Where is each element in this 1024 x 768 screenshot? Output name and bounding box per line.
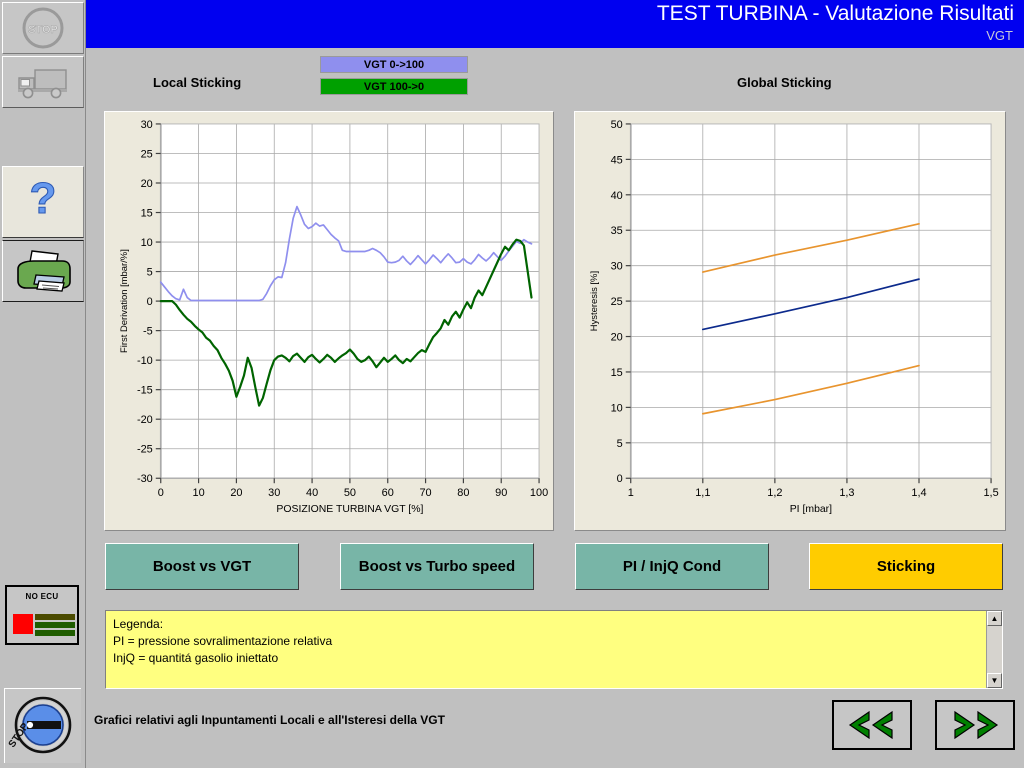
svg-text:1: 1 [628,487,634,499]
legenda-textbox[interactable]: Legenda: PI = pressione sovralimentazion… [105,610,1003,689]
double-chevron-right-icon [954,710,999,740]
scroll-up-icon[interactable]: ▲ [987,611,1002,626]
svg-text:POSIZIONE TURBINA VGT [%]: POSIZIONE TURBINA VGT [%] [276,504,423,515]
svg-text:-5: -5 [143,326,153,338]
svg-text:-30: -30 [137,473,153,485]
left-toolbar: STOP ? NO ECU STOP [0,0,86,768]
svg-text:20: 20 [230,487,242,499]
ecu-bar-3 [35,630,75,636]
svg-text:1,2: 1,2 [767,487,782,499]
local-sticking-chart: -30 -25 -20 -15 -10 -5 0 5 10 15 20 25 30 0 10 20 30 40 50… [104,111,554,531]
svg-text:Hysteresis [%]: Hysteresis [%] [589,271,600,331]
svg-text:5: 5 [147,267,153,279]
svg-text:15: 15 [611,367,623,379]
application-window: STOP ? NO ECU STOP TEST TURBINA - Valuta… [0,0,1024,768]
global-sticking-title: Global Sticking [737,75,832,90]
boost-vs-turbo-speed-button[interactable]: Boost vs Turbo speed [340,543,534,590]
svg-text:STOP: STOP [28,24,58,36]
global-sticking-plot: 0 5 10 15 20 25 30 35 40 45 50 1 1,1 1,2 1,3 1,4 1,5 PI [… [589,119,999,515]
ecu-red-indicator [13,614,33,634]
ecu-green-indicators [35,614,75,638]
ecu-status-panel: NO ECU [5,585,79,645]
legend-vgt-up: VGT 0->100 [320,56,468,73]
svg-text:0: 0 [617,473,623,485]
stop-sign-icon: STOP [22,7,64,49]
svg-text:25: 25 [611,296,623,308]
truck-icon [18,69,67,99]
svg-text:30: 30 [268,487,280,499]
svg-text:10: 10 [141,237,153,249]
ecu-bar-1 [35,614,75,620]
svg-text:1,1: 1,1 [695,487,710,499]
svg-text:1,4: 1,4 [911,487,926,499]
svg-text:5: 5 [617,438,623,450]
stop-knob-icon: STOP [7,696,72,754]
svg-text:0: 0 [158,487,164,499]
main-content: Local Sticking Global Sticking VGT 0->10… [86,48,1024,768]
legenda-text: Legenda: PI = pressione sovralimentazion… [113,617,333,665]
svg-text:90: 90 [495,487,507,499]
question-mark-icon: ? [29,175,57,224]
svg-text:20: 20 [611,332,623,344]
svg-text:100: 100 [530,487,548,499]
svg-text:15: 15 [141,208,153,220]
page-subtitle: VGT [986,28,1013,43]
page-title: TEST TURBINA - Valutazione Risultati [656,2,1014,25]
legenda-scrollbar[interactable]: ▲ ▼ [986,611,1002,688]
footer-description: Grafici relativi agli Inpuntamenti Local… [94,713,445,727]
local-sticking-plot: -30 -25 -20 -15 -10 -5 0 5 10 15 20 25 30 0 10 20 30 40 50… [119,119,548,515]
ecu-indicator-bars [13,614,75,638]
svg-text:50: 50 [611,119,623,131]
svg-text:PI [mbar]: PI [mbar] [790,504,832,515]
svg-text:35: 35 [611,225,623,237]
double-chevron-left-icon [848,710,893,740]
next-page-button[interactable] [935,700,1015,750]
pi-injq-cond-button[interactable]: PI / InjQ Cond [575,543,769,590]
printer-icon [17,250,71,292]
sticking-button[interactable]: Sticking [809,543,1003,590]
svg-text:30: 30 [141,119,153,131]
local-sticking-title: Local Sticking [153,75,242,90]
svg-text:-20: -20 [137,414,153,426]
legend-vgt-down: VGT 100->0 [320,78,468,95]
print-button[interactable] [2,240,84,302]
stop-sign-button[interactable]: STOP [2,2,84,54]
boost-vs-vgt-button[interactable]: Boost vs VGT [105,543,299,590]
svg-text:1,3: 1,3 [839,487,854,499]
svg-text:25: 25 [141,148,153,160]
ecu-bar-2 [35,622,75,628]
ecu-status-label: NO ECU [25,592,59,601]
svg-text:10: 10 [611,402,623,414]
truck-button[interactable] [2,56,84,108]
svg-text:First Derivation [mbar/%]: First Derivation [mbar/%] [119,249,130,353]
svg-text:80: 80 [457,487,469,499]
svg-text:50: 50 [344,487,356,499]
svg-text:45: 45 [611,154,623,166]
title-bar: TEST TURBINA - Valutazione Risultati VGT [86,0,1024,48]
help-button[interactable]: ? [2,166,84,238]
svg-text:?: ? [30,175,57,223]
scroll-down-icon[interactable]: ▼ [987,673,1002,688]
emergency-stop-button[interactable]: STOP [4,688,81,763]
svg-text:0: 0 [147,296,153,308]
svg-text:40: 40 [306,487,318,499]
svg-text:-10: -10 [137,355,153,367]
svg-text:20: 20 [141,178,153,190]
svg-text:60: 60 [382,487,394,499]
svg-text:10: 10 [192,487,204,499]
svg-text:-15: -15 [137,385,153,397]
previous-page-button[interactable] [832,700,912,750]
svg-text:1,5: 1,5 [983,487,998,499]
svg-text:30: 30 [611,261,623,273]
svg-text:-25: -25 [137,444,153,456]
svg-text:40: 40 [611,190,623,202]
svg-text:70: 70 [419,487,431,499]
global-sticking-chart: 0 5 10 15 20 25 30 35 40 45 50 1 1,1 1,2 1,3 1,4 1,5 PI [… [574,111,1006,531]
